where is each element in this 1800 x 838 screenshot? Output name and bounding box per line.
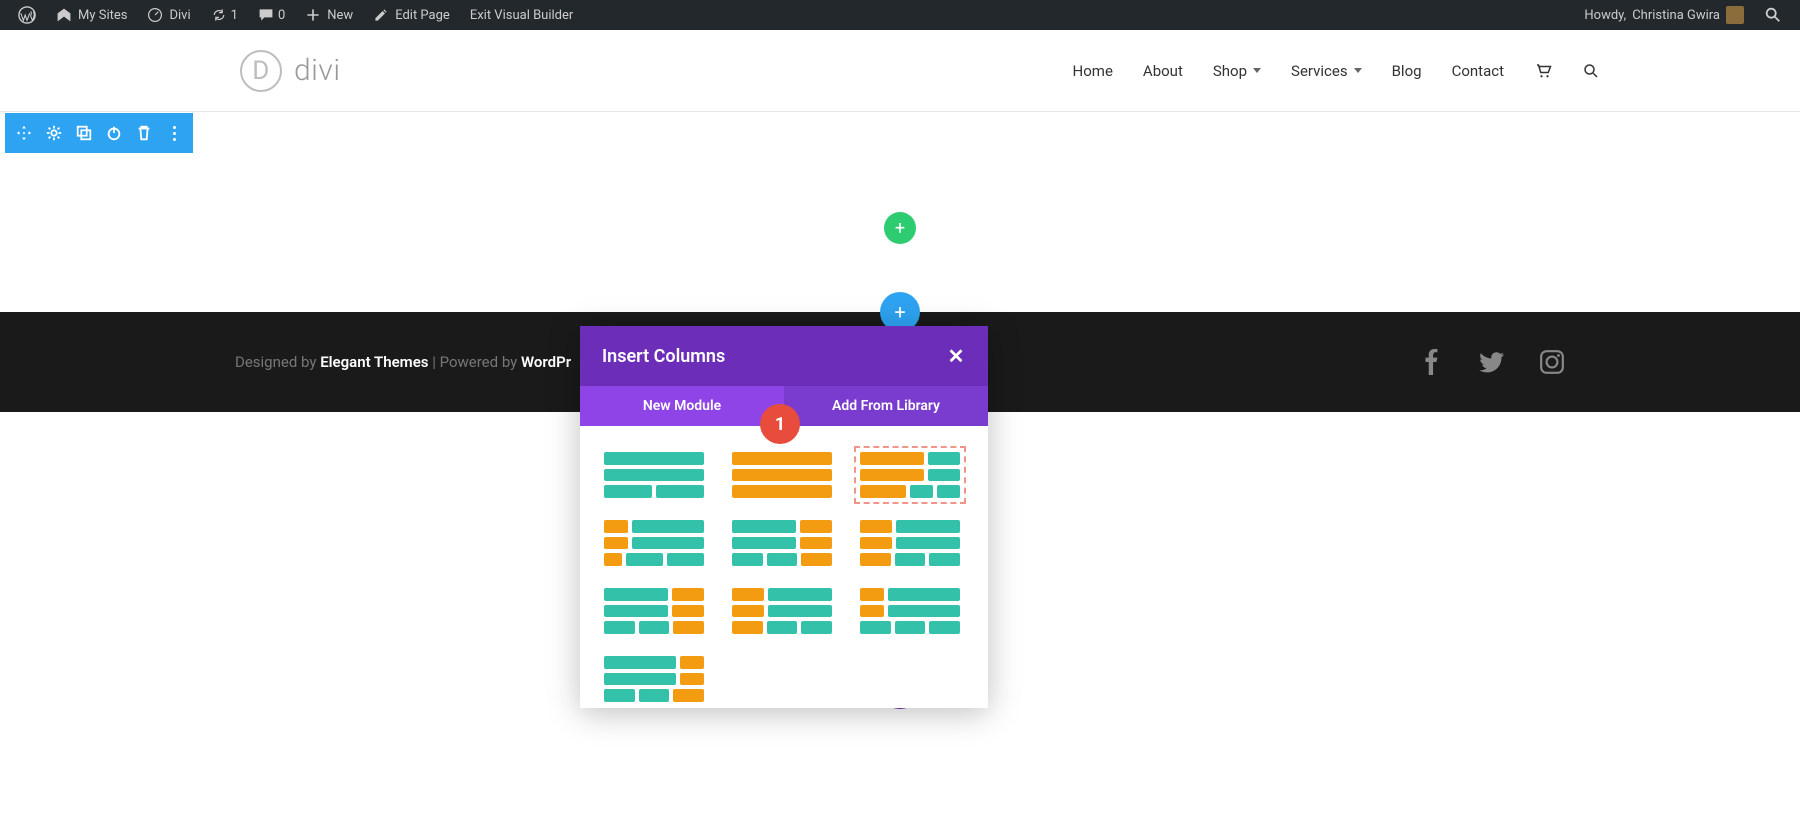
column-layout-option[interactable] <box>604 452 704 498</box>
column-layout-option[interactable] <box>604 520 704 566</box>
avatar <box>1726 6 1744 24</box>
wordpress-icon <box>18 6 36 24</box>
chevron-down-icon <box>1253 68 1261 73</box>
nav-search[interactable] <box>1582 62 1600 80</box>
dashboard-icon <box>147 7 163 23</box>
howdy-user-link[interactable]: Howdy, Christina Gwira <box>1574 0 1754 30</box>
updates-link[interactable]: 1 <box>201 0 248 30</box>
delete-button[interactable] <box>135 124 153 142</box>
power-icon <box>105 124 123 142</box>
duplicate-icon <box>75 124 93 142</box>
annotation-step-1: 1 <box>760 404 800 444</box>
comments-link[interactable]: 0 <box>248 0 295 30</box>
footer-cms-link[interactable]: WordPr <box>521 353 571 371</box>
refresh-icon <box>211 7 227 23</box>
site-header: D divi Home About Shop Services Blog Con… <box>0 30 1800 112</box>
column-layout-option[interactable] <box>732 588 832 634</box>
footer-theme-link[interactable]: Elegant Themes <box>320 353 428 371</box>
tab-new-module[interactable]: New Module <box>580 386 784 426</box>
twitter-icon[interactable] <box>1479 349 1505 375</box>
edit-page-label: Edit Page <box>395 8 450 23</box>
footer-credits: Designed by Elegant Themes | Powered by … <box>235 353 571 371</box>
search-icon <box>1764 6 1782 24</box>
howdy-prefix: Howdy, <box>1584 8 1626 23</box>
nav-blog[interactable]: Blog <box>1392 62 1422 80</box>
updates-count: 1 <box>231 8 238 23</box>
wp-logo[interactable] <box>8 0 46 30</box>
site-name-link[interactable]: Divi <box>137 0 200 30</box>
duplicate-button[interactable] <box>75 124 93 142</box>
facebook-icon[interactable] <box>1419 349 1445 375</box>
section-toolbar <box>5 113 193 153</box>
site-name-label: Divi <box>169 8 190 23</box>
adminbar-search[interactable] <box>1754 0 1792 30</box>
column-layout-option[interactable] <box>604 588 704 634</box>
site-logo[interactable]: D divi <box>240 50 341 92</box>
wp-admin-bar: My Sites Divi 1 0 New Edit Page Exit Vis… <box>0 0 1800 30</box>
chevron-down-icon <box>1354 68 1362 73</box>
nav-home[interactable]: Home <box>1073 62 1113 80</box>
my-sites-label: My Sites <box>78 8 127 23</box>
exit-visual-builder-link[interactable]: Exit Visual Builder <box>460 0 583 30</box>
cart-icon <box>1534 62 1552 80</box>
column-layout-option[interactable] <box>860 588 960 634</box>
nav-about[interactable]: About <box>1143 62 1183 80</box>
edit-page-link[interactable]: Edit Page <box>363 0 460 30</box>
logo-text: divi <box>294 53 341 88</box>
modal-header: Insert Columns ✕ <box>580 326 988 386</box>
sites-icon <box>56 7 72 23</box>
column-layout-option[interactable] <box>860 520 960 566</box>
column-layout-option[interactable] <box>732 452 832 498</box>
nav-services[interactable]: Services <box>1291 62 1362 80</box>
move-handle[interactable] <box>15 124 33 142</box>
trash-icon <box>135 124 153 142</box>
nav-cart[interactable] <box>1534 62 1552 80</box>
tab-add-from-library[interactable]: Add From Library <box>784 386 988 426</box>
column-layout-option[interactable] <box>604 656 704 702</box>
exit-vb-label: Exit Visual Builder <box>470 8 573 23</box>
insert-columns-modal: Insert Columns ✕ New Module Add From Lib… <box>580 326 988 708</box>
my-sites-link[interactable]: My Sites <box>46 0 137 30</box>
search-icon <box>1582 62 1600 80</box>
comment-icon <box>258 7 274 23</box>
column-layout-grid <box>580 426 988 708</box>
column-layout-option-selected[interactable] <box>860 452 960 498</box>
new-content-link[interactable]: New <box>295 0 363 30</box>
column-layout-option[interactable] <box>732 520 832 566</box>
nav-shop[interactable]: Shop <box>1213 62 1261 80</box>
add-module-button[interactable]: + <box>884 212 916 244</box>
modal-title: Insert Columns <box>602 346 725 367</box>
more-options-button[interactable] <box>165 124 183 142</box>
modal-close-button[interactable]: ✕ <box>946 344 966 368</box>
instagram-icon[interactable] <box>1539 349 1565 375</box>
new-label: New <box>327 8 353 23</box>
power-button[interactable] <box>105 124 123 142</box>
comments-count: 0 <box>278 8 285 23</box>
main-nav: Home About Shop Services Blog Contact <box>1073 62 1600 80</box>
howdy-user-name: Christina Gwira <box>1632 8 1720 23</box>
settings-button[interactable] <box>45 124 63 142</box>
pencil-icon <box>373 7 389 23</box>
nav-contact[interactable]: Contact <box>1452 62 1504 80</box>
plus-icon <box>305 7 321 23</box>
gear-icon <box>45 124 63 142</box>
logo-mark: D <box>240 50 282 92</box>
